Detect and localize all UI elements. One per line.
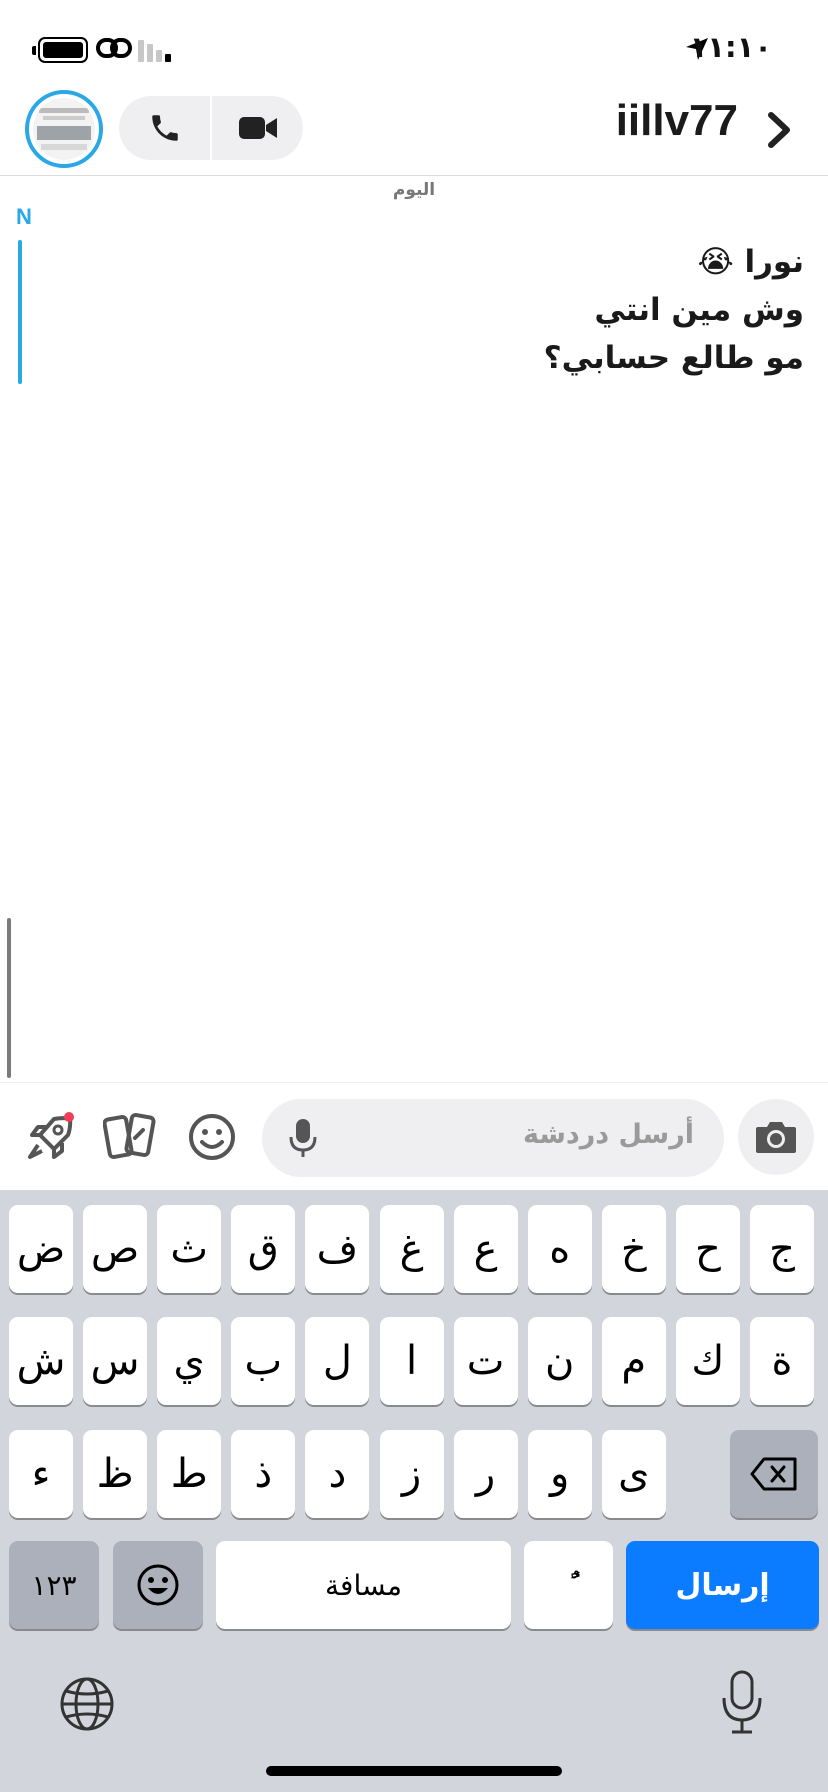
letter-key[interactable]: ح	[675, 1205, 740, 1293]
chat-input[interactable]: أرسل دردشة	[262, 1099, 724, 1177]
emoji-icon	[137, 1564, 179, 1606]
date-label: اليوم	[392, 180, 436, 200]
globe-icon[interactable]	[58, 1675, 116, 1733]
letter-key[interactable]: ط	[157, 1430, 222, 1518]
letter-key[interactable]: ك	[675, 1317, 740, 1405]
chat-message[interactable]: نورا 😭 وش مين انتي مو طالع حسابي؟	[544, 238, 804, 382]
emoji-key[interactable]	[113, 1541, 203, 1629]
letter-key[interactable]: ث	[157, 1205, 222, 1293]
letter-key[interactable]: ظ	[83, 1430, 148, 1518]
smiley-icon	[189, 1114, 235, 1160]
status-bar: ١١:١٠	[0, 0, 828, 90]
letter-key[interactable]: ي	[157, 1317, 222, 1405]
backspace-icon	[750, 1457, 797, 1491]
letter-key[interactable]: ض	[9, 1205, 73, 1293]
video-call-button[interactable]	[212, 96, 303, 160]
letter-key[interactable]: د	[305, 1430, 370, 1518]
link-icon	[96, 38, 132, 58]
letter-key[interactable]: خ	[601, 1205, 666, 1293]
letter-key[interactable]: ا	[379, 1317, 444, 1405]
cards-icon	[103, 1113, 156, 1159]
camera-icon	[756, 1122, 796, 1153]
home-indicator[interactable]	[266, 1766, 562, 1776]
scroll-indicator[interactable]	[7, 918, 11, 1078]
sender-initial: N	[16, 204, 32, 229]
chat-header: iillv77	[0, 90, 828, 176]
cards-button[interactable]	[102, 1109, 158, 1165]
backspace-key[interactable]	[730, 1430, 818, 1518]
message-line: مو طالع حسابي؟	[543, 340, 804, 376]
letter-key[interactable]: ت	[453, 1317, 518, 1405]
letter-key[interactable]: ز	[379, 1430, 444, 1518]
letter-key[interactable]: غ	[379, 1205, 444, 1293]
letter-key[interactable]: ن	[527, 1317, 592, 1405]
status-time: ١١:١٠	[689, 30, 772, 64]
numbers-key[interactable]: ١٢٣	[9, 1541, 99, 1629]
letter-key[interactable]: ء	[9, 1430, 73, 1518]
letter-key[interactable]: ع	[453, 1205, 518, 1293]
video-camera-icon	[238, 117, 277, 139]
letter-key[interactable]: ق	[231, 1205, 296, 1293]
message-sender-bar	[18, 240, 22, 384]
letter-key[interactable]: ش	[9, 1317, 73, 1405]
letter-key[interactable]: ج	[750, 1205, 814, 1293]
letter-key[interactable]: ر	[453, 1430, 518, 1518]
call-buttons	[119, 96, 303, 160]
letter-key[interactable]: ة	[750, 1317, 814, 1405]
rocket-icon	[28, 1112, 74, 1159]
dictation-microphone-icon[interactable]	[720, 1670, 764, 1736]
space-key[interactable]: مسافة	[216, 1541, 511, 1629]
avatar[interactable]	[25, 90, 103, 168]
letter-key[interactable]: س	[83, 1317, 148, 1405]
diacritic-key[interactable]: ًٌ	[524, 1541, 613, 1629]
camera-button[interactable]	[738, 1099, 814, 1175]
microphone-icon[interactable]	[288, 1117, 318, 1159]
keyboard: ضصثقفغعهخحج شسيبلاتنمكة ءظطذدزروى ١٢٣ مس…	[0, 1190, 828, 1792]
chat-username[interactable]: iillv77	[616, 96, 738, 146]
letter-key[interactable]: ذ	[231, 1430, 296, 1518]
letter-key[interactable]: ب	[231, 1317, 296, 1405]
letter-key[interactable]: ه	[527, 1205, 592, 1293]
message-line: وش مين انتي	[594, 292, 804, 328]
battery-icon	[32, 37, 88, 63]
signal-icon	[138, 38, 178, 62]
letter-key[interactable]: م	[601, 1317, 666, 1405]
letter-key[interactable]: و	[527, 1430, 592, 1518]
letter-key[interactable]: ص	[83, 1205, 148, 1293]
phone-icon	[151, 115, 178, 141]
message-line: نورا 😭	[697, 244, 804, 280]
letter-key[interactable]: ى	[601, 1430, 666, 1518]
letter-key[interactable]: ف	[305, 1205, 370, 1293]
rocket-button[interactable]	[22, 1109, 78, 1165]
letter-key[interactable]: ل	[305, 1317, 370, 1405]
sticker-button[interactable]	[184, 1109, 240, 1165]
chevron-right-icon[interactable]	[764, 110, 794, 150]
voice-call-button[interactable]	[119, 96, 210, 160]
composer-bar: أرسل دردشة	[0, 1082, 828, 1190]
chat-input-placeholder: أرسل دردشة	[522, 1119, 694, 1150]
send-key[interactable]: إرسال	[626, 1541, 819, 1629]
